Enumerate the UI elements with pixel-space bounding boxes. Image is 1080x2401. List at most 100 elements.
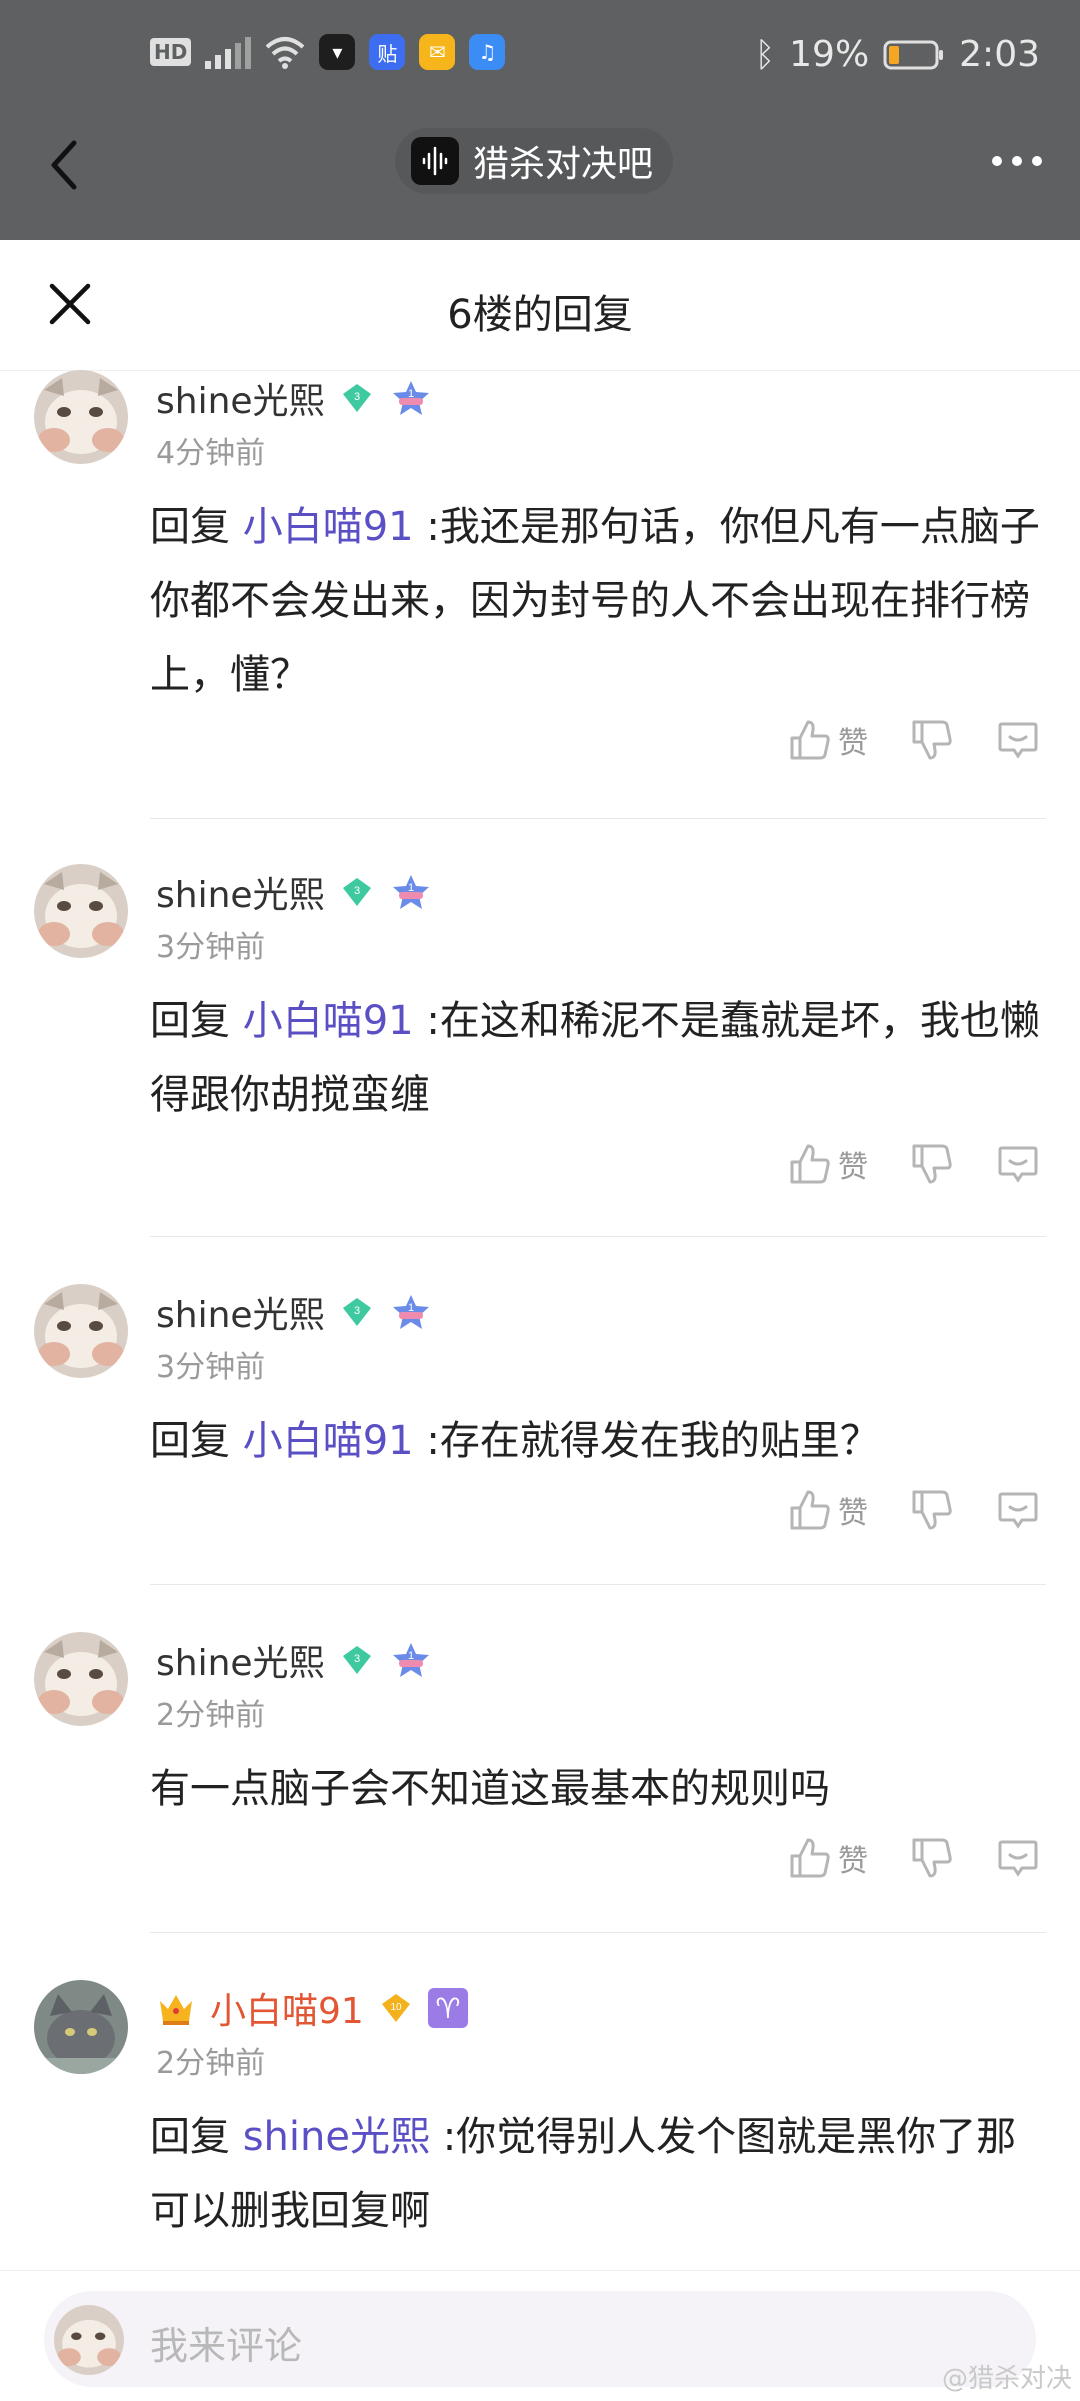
comment-text: 回复 小白喵91 :我还是那句话，你但凡有一点脑子你都不会发出来，因为封号的人不… [150,504,1040,698]
post-time: 3分钟前 [156,1350,266,1385]
like-button[interactable]: 赞 [788,1142,868,1186]
comment-input[interactable]: 我来评论 [44,2291,1036,2387]
avatar[interactable] [34,864,128,958]
member-star-badge-icon: 1 [392,875,429,909]
avatar [54,2305,124,2375]
avatar[interactable] [34,1284,128,1378]
member-star-badge-icon: 1 [392,1643,429,1677]
divider [150,1584,1046,1585]
divider [150,1236,1046,1237]
thumbs-down-icon [912,1144,952,1184]
forum-name: 猎杀对决吧 [473,144,654,185]
status-icons-left: HD ▾ 贴 ✉ ♫ [150,34,506,70]
sheet-header: 6楼的回复 [0,240,1080,371]
member-star-badge-icon: 1 [392,1295,429,1329]
post-time: 3分钟前 [156,930,266,965]
svg-text:3: 3 [353,391,359,403]
comment-actions: 赞 [746,1488,1040,1532]
crown-icon [160,1995,192,2025]
svg-text:10: 10 [390,2002,402,2013]
member-star-badge-icon: 1 [392,381,429,415]
thumbs-up-icon [790,1490,830,1530]
cellular-signal-icon [205,35,252,69]
reply-button[interactable] [996,718,1040,762]
level-badge-icon: 3 [342,1298,371,1326]
music-icon: ♫ [469,34,506,70]
mail-icon: ✉ [419,34,456,70]
comment-placeholder: 我来评论 [150,2324,303,2368]
divider [150,818,1046,819]
comment-bubble-icon [998,722,1038,759]
hd-icon: HD [150,38,192,66]
back-arrow-icon[interactable] [44,135,84,195]
reply-button[interactable] [996,1836,1040,1880]
svg-text:1: 1 [407,1302,413,1314]
watermark: @猎杀对决 [941,2364,1072,2394]
divider [150,1932,1046,1933]
sheet-title: 6楼的回复 [447,292,633,338]
thumbs-up-icon [790,1144,830,1184]
comment-actions: 赞 [746,1836,1040,1880]
avatar[interactable] [34,370,128,464]
mention-link[interactable]: 小白喵91 [243,998,414,1044]
tieba-app-icon: ▾ [319,34,356,70]
avatar[interactable] [34,1980,128,2074]
comment-actions: 赞 [746,1142,1040,1186]
comment-bubble-icon [998,1492,1038,1529]
mention-link[interactable]: 小白喵91 [243,504,414,550]
more-options-icon[interactable] [992,156,1042,166]
avatar[interactable] [34,1632,128,1726]
level-badge-icon: 3 [342,878,371,906]
username[interactable]: shine光熙 3 1 [156,1634,433,1686]
comment-actions: 赞 [746,718,1040,762]
thumbs-up-icon [790,1838,830,1878]
svg-text:3: 3 [353,1305,359,1317]
comment-bubble-icon [998,1840,1038,1877]
dislike-button[interactable] [910,1836,954,1880]
battery-percent: 19% [789,34,870,75]
like-button[interactable]: 赞 [788,718,868,762]
comment-text: 回复 小白喵91 :存在就得发在我的贴里？ [150,1418,880,1464]
svg-text:1: 1 [407,882,413,894]
thumbs-down-icon [912,1490,952,1530]
comment-bubble-icon [998,1146,1038,1183]
level-badge-icon: 3 [342,384,371,412]
status-bar: HD ▾ 贴 ✉ ♫ ᛒ 19% 2:03 [0,0,1080,120]
username[interactable]: shine光熙 3 1 [156,1286,433,1338]
dislike-button[interactable] [910,718,954,762]
username[interactable]: shine光熙 3 1 [156,866,433,918]
svg-text:1: 1 [407,388,413,400]
forum-chip[interactable]: 猎杀对决吧 [395,128,674,194]
like-button[interactable]: 赞 [788,1836,868,1880]
svg-text:1: 1 [407,1650,413,1662]
zodiac-aries-icon: ♈ [427,1988,468,2028]
wifi-icon [266,37,305,69]
reply-button[interactable] [996,1488,1040,1532]
reply-sheet: 6楼的回复 shine光熙 3 1 4分钟前 回复 小白喵91 :我还是那句话，… [0,240,1080,2400]
thumbs-down-icon [912,1838,952,1878]
battery-icon [883,40,944,69]
tieba-notification-icon: 贴 [369,34,406,70]
dislike-button[interactable] [910,1488,954,1532]
level-badge-icon: 10 [381,1994,410,2022]
forum-logo-icon [411,137,459,185]
post-time: 4分钟前 [156,436,266,471]
level-badge-icon: 3 [342,1646,371,1674]
mention-link[interactable]: shine光熙 [243,2114,430,2160]
like-button[interactable]: 赞 [788,1488,868,1532]
bluetooth-icon: ᛒ [754,34,776,75]
comment-text: 回复 小白喵91 :在这和稀泥不是蠢就是坏，我也懒得跟你胡搅蛮缠 [150,998,1040,1118]
username[interactable]: shine光熙 3 1 [156,372,433,424]
dislike-button[interactable] [910,1142,954,1186]
mention-link[interactable]: 小白喵91 [243,1418,414,1464]
post-time: 2分钟前 [156,2046,266,2081]
comment-text: 有一点脑子会不知道这最基本的规则吗 [150,1766,830,1812]
reply-button[interactable] [996,1142,1040,1186]
thumbs-down-icon [912,720,952,760]
clock: 2:03 [959,34,1040,75]
thumbs-up-icon [790,720,830,760]
username[interactable]: 小白喵91 10 ♈ [156,1982,468,2034]
svg-text:3: 3 [353,885,359,897]
comment-text: 回复 shine光熙 :你觉得别人发个图就是黑你了那可以删我回复啊 [150,2114,1017,2234]
svg-text:3: 3 [353,1653,359,1665]
